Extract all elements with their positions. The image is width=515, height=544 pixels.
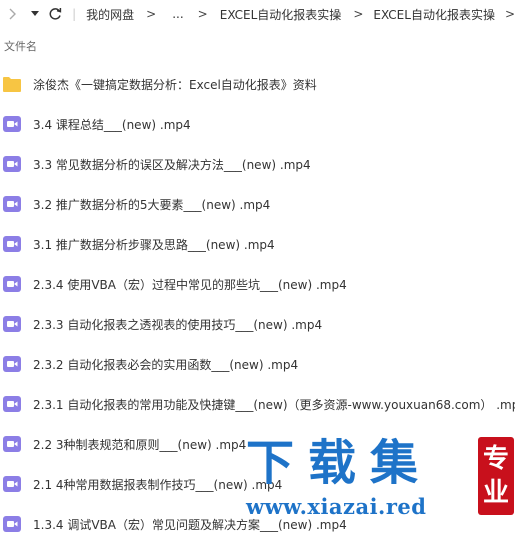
file-name: 1.3.4 调试VBA（宏）常见问题及解决方案___(new) .mp4 — [33, 517, 347, 532]
file-row[interactable]: 2.3.3 自动化报表之透视表的使用技巧___(new) .mp4 — [0, 304, 515, 344]
video-file-icon — [3, 436, 21, 452]
video-file-icon — [3, 276, 21, 292]
file-row[interactable]: 2.3.4 使用VBA（宏）过程中常见的那些坑___(new) .mp4 — [0, 264, 515, 304]
toolbar: | 我的网盘 > ... > EXCEL自动化报表实操 > EXCEL自动化报表… — [0, 0, 515, 28]
file-row[interactable]: 2.1 4种常用数据报表制作技巧___(new) .mp4 — [0, 464, 515, 504]
file-name: 2.3.2 自动化报表必会的实用函数___(new) .mp4 — [33, 357, 299, 372]
breadcrumb-separator: > — [146, 7, 157, 21]
video-file-icon — [3, 236, 21, 252]
file-row[interactable]: 1.3.4 调试VBA（宏）常见问题及解决方案___(new) .mp4 — [0, 504, 515, 544]
file-row[interactable]: 2.3.2 自动化报表必会的实用函数___(new) .mp4 — [0, 344, 515, 384]
refresh-icon[interactable] — [48, 0, 62, 28]
folder-icon — [3, 76, 21, 92]
file-name: 2.3.4 使用VBA（宏）过程中常见的那些坑___(new) .mp4 — [33, 277, 347, 292]
breadcrumb-separator: > — [504, 7, 515, 21]
breadcrumb-separator: > — [353, 7, 364, 21]
chevron-down-icon[interactable] — [28, 0, 42, 28]
breadcrumb-current[interactable]: EXCEL自动化报表实操 — [373, 6, 495, 23]
file-row[interactable]: 3.1 推广数据分析步骤及思路___(new) .mp4 — [0, 224, 515, 264]
file-row[interactable]: 2.3.1 自动化报表的常用功能及快捷键___(new)（更多资源-www.yo… — [0, 384, 515, 424]
file-row[interactable]: 3.3 常见数据分析的误区及解决方法___(new) .mp4 — [0, 144, 515, 184]
video-file-icon — [3, 356, 21, 372]
file-name: 2.3.1 自动化报表的常用功能及快捷键___(new)（更多资源-www.yo… — [33, 397, 515, 412]
video-file-icon — [3, 516, 21, 532]
file-name: 2.1 4种常用数据报表制作技巧___(new) .mp4 — [33, 477, 283, 492]
video-file-icon — [3, 116, 21, 132]
breadcrumb-separator: > — [197, 7, 208, 21]
file-name: 2.3.3 自动化报表之透视表的使用技巧___(new) .mp4 — [33, 317, 323, 332]
file-row[interactable]: 3.2 推广数据分析的5大要素___(new) .mp4 — [0, 184, 515, 224]
file-name: 3.3 常见数据分析的误区及解决方法___(new) .mp4 — [33, 157, 311, 172]
video-file-icon — [3, 316, 21, 332]
file-name: 3.1 推广数据分析步骤及思路___(new) .mp4 — [33, 237, 275, 252]
video-file-icon — [3, 156, 21, 172]
column-header-filename[interactable]: 文件名 — [4, 38, 37, 54]
file-name: 2.2 3种制表规范和原则___(new) .mp4 — [33, 437, 247, 452]
file-name: 涂俊杰《一键搞定数据分析：Excel自动化报表》资料 — [33, 77, 317, 92]
file-row[interactable]: 2.2 3种制表规范和原则___(new) .mp4 — [0, 424, 515, 464]
file-row[interactable]: 3.4 课程总结___(new) .mp4 — [0, 104, 515, 144]
folder-row[interactable]: 涂俊杰《一键搞定数据分析：Excel自动化报表》资料 — [0, 64, 515, 104]
video-file-icon — [3, 196, 21, 212]
breadcrumb-ellipsis[interactable]: ... — [172, 7, 183, 21]
video-file-icon — [3, 396, 21, 412]
file-list: 涂俊杰《一键搞定数据分析：Excel自动化报表》资料 3.4 课程总结___(ne… — [0, 64, 515, 544]
breadcrumb-home[interactable]: 我的网盘 — [86, 6, 134, 23]
video-file-icon — [3, 476, 21, 492]
divider: | — [72, 7, 77, 21]
breadcrumb-folder[interactable]: EXCEL自动化报表实操 — [220, 6, 342, 23]
file-name: 3.4 课程总结___(new) .mp4 — [33, 117, 191, 132]
file-name: 3.2 推广数据分析的5大要素___(new) .mp4 — [33, 197, 271, 212]
forward-icon[interactable] — [4, 0, 20, 28]
